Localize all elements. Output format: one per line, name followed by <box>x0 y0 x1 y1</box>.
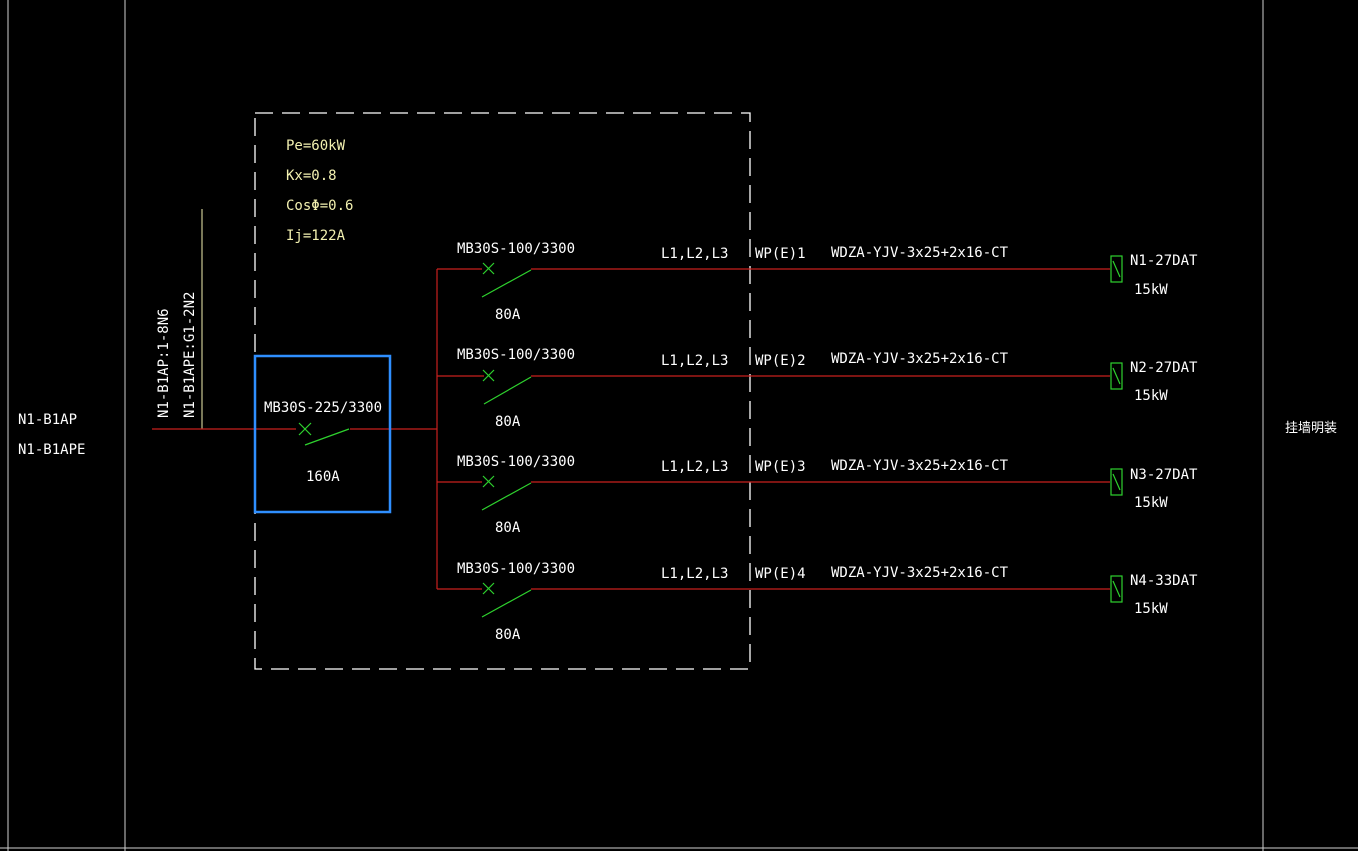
branch-row: MB30S-100/3300 80A L1,L2,L3 WP(E)3 WDZA-… <box>437 454 1198 536</box>
branch-breaker-model: MB30S-100/3300 <box>457 241 575 257</box>
branch-phases: L1,L2,L3 <box>661 566 728 582</box>
load-device-icon <box>1110 575 1123 603</box>
main-breaker-rating: 160A <box>306 469 340 485</box>
branch-breaker-symbol <box>481 582 532 618</box>
branch-breaker-model: MB30S-100/3300 <box>457 561 575 577</box>
branch-breaker-symbol <box>481 475 532 511</box>
branch-phases: L1,L2,L3 <box>661 459 728 475</box>
branch-row: MB30S-100/3300 80A L1,L2,L3 WP(E)4 WDZA-… <box>437 561 1198 643</box>
branch-phases: L1,L2,L3 <box>661 246 728 262</box>
branch-load: N4-33DAT <box>1130 573 1198 589</box>
branch-load: N1-27DAT <box>1130 253 1198 269</box>
riser-label-1: N1-B1AP:1-8N6 <box>156 308 172 418</box>
branch-cable: WDZA-YJV-3x25+2x16-CT <box>831 565 1009 581</box>
branch-cable: WDZA-YJV-3x25+2x16-CT <box>831 245 1009 261</box>
main-breaker-symbol <box>298 422 350 446</box>
branch-breaker-symbol <box>481 262 532 298</box>
load-device-icon <box>1110 255 1123 283</box>
load-device-icon <box>1110 362 1123 390</box>
branch-load: N3-27DAT <box>1130 467 1198 483</box>
branch-power: 15kW <box>1134 388 1168 404</box>
param-ij: Ij=122A <box>286 228 346 244</box>
selection-highlight[interactable] <box>253 354 392 514</box>
branch-cable: WDZA-YJV-3x25+2x16-CT <box>831 351 1009 367</box>
load-device-icon <box>1110 468 1123 496</box>
branch-breaker-model: MB30S-100/3300 <box>457 347 575 363</box>
branch-breaker-model: MB30S-100/3300 <box>457 454 575 470</box>
param-cos: CosΦ=0.6 <box>286 198 353 214</box>
branch-cable: WDZA-YJV-3x25+2x16-CT <box>831 458 1009 474</box>
branch-circuit: WP(E)1 <box>755 246 806 262</box>
branch-circuit: WP(E)3 <box>755 459 806 475</box>
branch-breaker-rating: 80A <box>495 627 521 643</box>
feeder-label-ap: N1-B1AP <box>18 412 77 428</box>
branch-circuit: WP(E)4 <box>755 566 806 582</box>
param-pe: Pe=60kW <box>286 138 346 154</box>
riser-label-2: N1-B1APE:G1-2N2 <box>182 292 198 418</box>
branch-power: 15kW <box>1134 282 1168 298</box>
branch-row: MB30S-100/3300 80A L1,L2,L3 WP(E)2 WDZA-… <box>437 347 1198 430</box>
branch-circuit: WP(E)2 <box>755 353 806 369</box>
schematic-canvas: N1-B1AP N1-B1APE N1-B1AP:1-8N6 N1-B1APE:… <box>0 0 1358 851</box>
branch-phases: L1,L2,L3 <box>661 353 728 369</box>
main-breaker-model: MB30S-225/3300 <box>264 400 382 416</box>
branch-power: 15kW <box>1134 601 1168 617</box>
branch-breaker-symbol <box>482 369 532 405</box>
branch-breaker-rating: 80A <box>495 520 521 536</box>
feeder-label-ape: N1-B1APE <box>18 442 85 458</box>
branch-breaker-rating: 80A <box>495 307 521 323</box>
branch-load: N2-27DAT <box>1130 360 1198 376</box>
installation-note: 挂墙明装 <box>1285 421 1337 436</box>
branch-row: MB30S-100/3300 80A L1,L2,L3 WP(E)1 WDZA-… <box>437 241 1198 323</box>
param-kx: Kx=0.8 <box>286 168 337 184</box>
branch-breaker-rating: 80A <box>495 414 521 430</box>
branch-power: 15kW <box>1134 495 1168 511</box>
distribution-box-outline <box>254 112 751 670</box>
